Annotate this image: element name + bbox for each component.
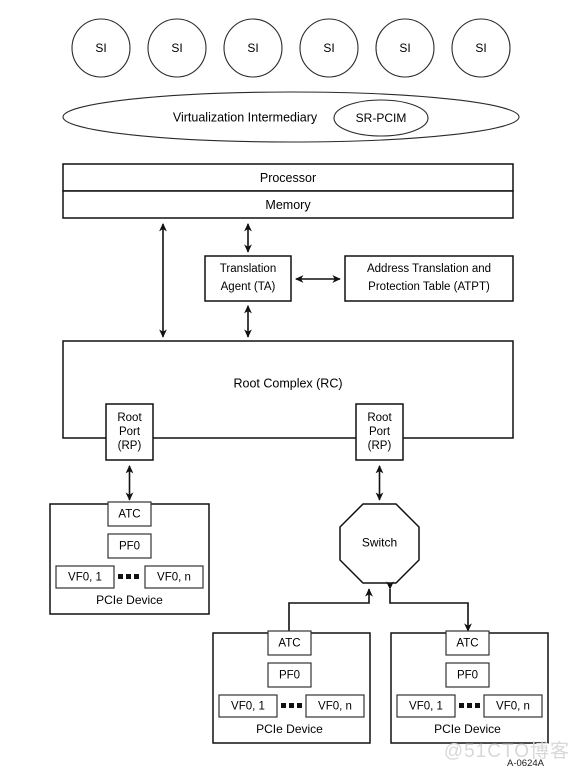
host-block: Processor Memory bbox=[62, 163, 514, 219]
figure-code-label: A-0624A bbox=[507, 758, 544, 769]
atpt-label-line1: Address Translation and bbox=[367, 263, 491, 275]
system-image-label: SI bbox=[171, 41, 182, 55]
pcie-device-left-vf-first-label: VF0, 1 bbox=[68, 572, 102, 584]
root-port-left-label-line1: Root bbox=[117, 412, 142, 424]
diagram-canvas: SI SI SI SI SI SI Virtualization Interme… bbox=[49, 18, 549, 744]
pcie-device-left-vf-last-label: VF0, n bbox=[157, 572, 191, 584]
root-port-right-label-line2: Port bbox=[369, 426, 391, 438]
pcie-device-center-pf-label: PF0 bbox=[279, 670, 300, 682]
atpt-label-line2: Protection Table (ATPT) bbox=[368, 281, 490, 293]
pcie-device-right-vf-first-label: VF0, 1 bbox=[409, 701, 443, 713]
system-image-group: SI SI SI SI SI SI bbox=[71, 18, 511, 78]
pcie-device-right-pf-label: PF0 bbox=[457, 670, 478, 682]
root-port-right: Root Port (RP) bbox=[355, 403, 404, 461]
pcie-device-right: ATC PF0 VF0, 1 VF0, n PCIe Device bbox=[390, 630, 549, 744]
pcie-device-center-vf-last-label: VF0, n bbox=[318, 701, 352, 713]
switch-to-right-device-connector bbox=[386, 581, 472, 632]
root-complex-label: Root Complex (RC) bbox=[233, 376, 342, 390]
translation-agent-label-line2: Agent (TA) bbox=[221, 281, 276, 293]
memory-label: Memory bbox=[265, 198, 311, 212]
pcie-device-right-vf-last-label: VF0, n bbox=[496, 701, 530, 713]
pcie-device-center-label: PCIe Device bbox=[256, 722, 323, 736]
root-port-left-label-line2: Port bbox=[119, 426, 141, 438]
switch-to-center-device-connector bbox=[285, 588, 373, 639]
root-port-left: Root Port (RP) bbox=[105, 403, 154, 461]
system-image-label: SI bbox=[247, 41, 258, 55]
pcie-device-right-atc-label: ATC bbox=[456, 638, 478, 650]
root-port-right-label-line1: Root bbox=[367, 412, 392, 424]
pcie-device-center: ATC PF0 VF0, 1 VF0, n PCIe Device bbox=[212, 630, 371, 744]
processor-label: Processor bbox=[260, 171, 316, 185]
pcie-device-right-label: PCIe Device bbox=[434, 722, 501, 736]
virtualization-intermediary-label: Virtualization Intermediary bbox=[173, 110, 318, 124]
system-image-label: SI bbox=[95, 41, 106, 55]
sriov-architecture-diagram: SI SI SI SI SI SI Virtualization Interme… bbox=[0, 0, 582, 775]
pcie-device-left-label: PCIe Device bbox=[96, 593, 163, 607]
pcie-device-left-atc-label: ATC bbox=[118, 509, 140, 521]
pcie-device-right-vf-ellipsis bbox=[459, 703, 480, 708]
root-port-left-label-line3: (RP) bbox=[118, 440, 142, 452]
pcie-device-left: ATC PF0 VF0, 1 VF0, n PCIe Device bbox=[49, 501, 210, 615]
pcie-device-left-pf-label: PF0 bbox=[119, 541, 140, 553]
pcie-device-center-vf-ellipsis bbox=[281, 703, 302, 708]
address-translation-protection-table: Address Translation and Protection Table… bbox=[344, 255, 514, 302]
pcie-device-center-atc-label: ATC bbox=[278, 638, 300, 650]
pcie-device-center-vf-first-label: VF0, 1 bbox=[231, 701, 265, 713]
system-image-label: SI bbox=[323, 41, 334, 55]
virtualization-intermediary: Virtualization Intermediary SR-PCIM bbox=[62, 91, 520, 143]
system-image-label: SI bbox=[475, 41, 486, 55]
switch-label: Switch bbox=[362, 536, 397, 550]
translation-agent-label-line1: Translation bbox=[220, 263, 276, 275]
sr-pcim-label: SR-PCIM bbox=[356, 111, 407, 125]
switch: Switch bbox=[339, 503, 420, 584]
root-port-right-label-line3: (RP) bbox=[368, 440, 392, 452]
system-image-label: SI bbox=[399, 41, 410, 55]
translation-agent: Translation Agent (TA) bbox=[204, 255, 292, 302]
pcie-device-left-vf-ellipsis bbox=[118, 574, 139, 579]
